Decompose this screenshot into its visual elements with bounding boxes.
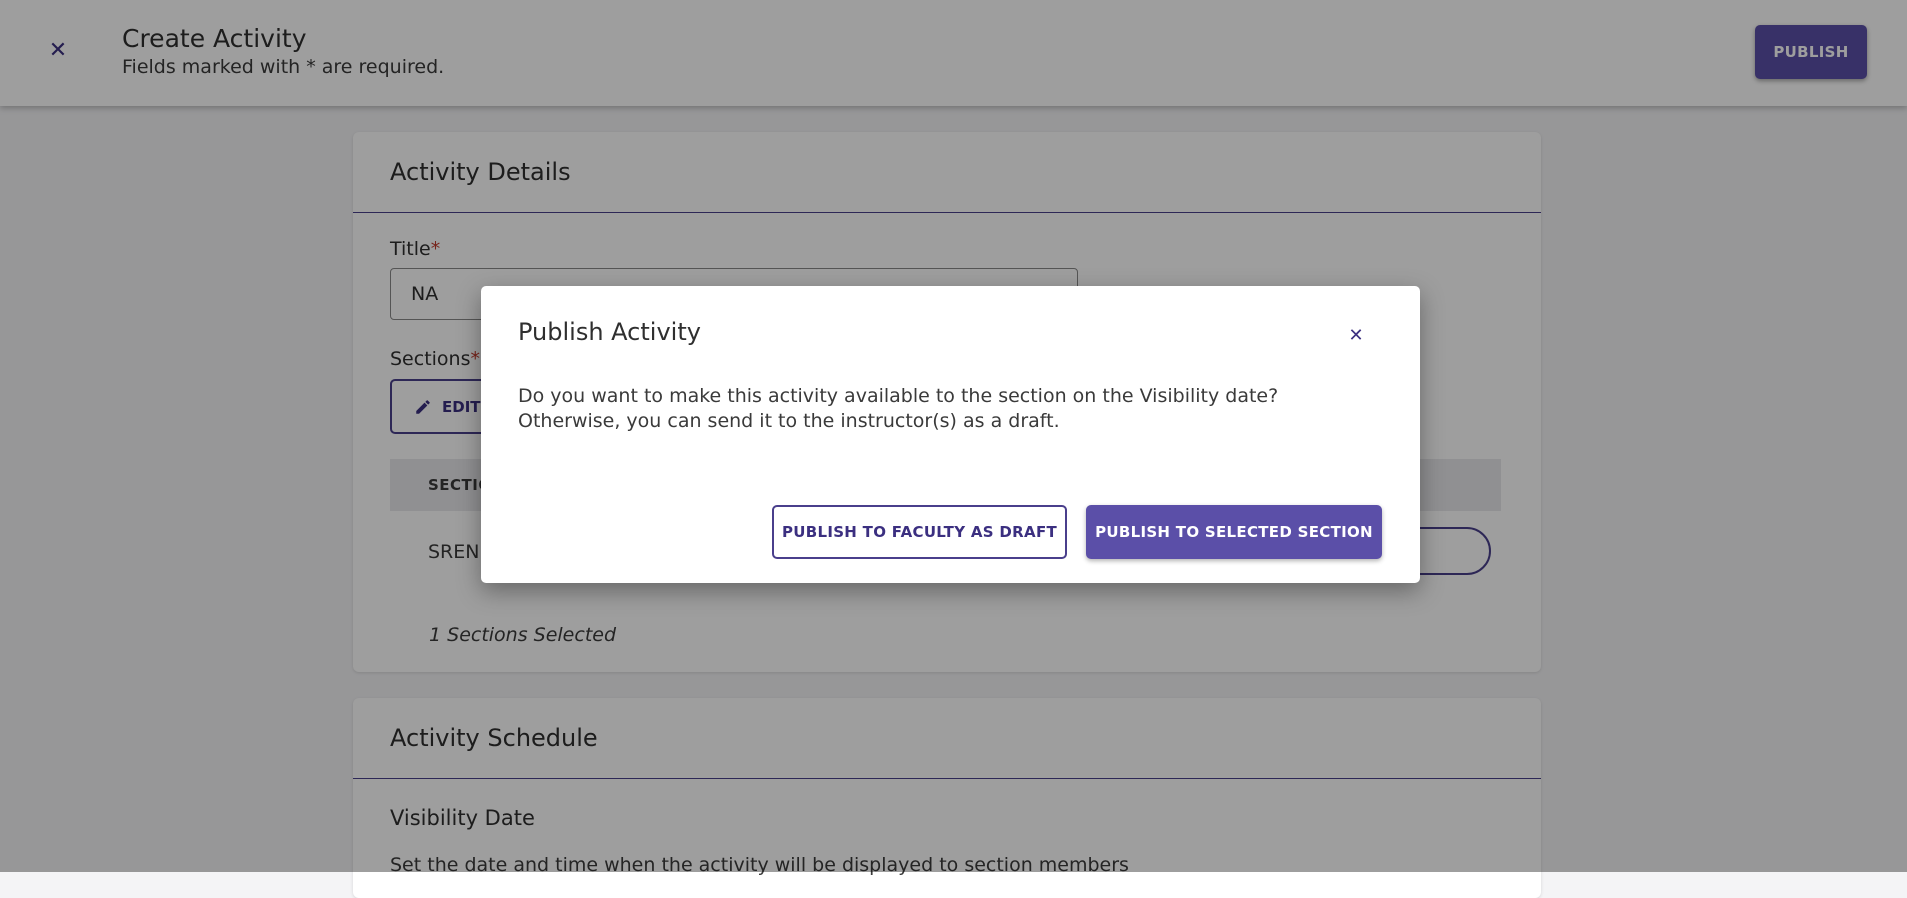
publish-activity-dialog: Publish Activity ✕ Do you want to make t… bbox=[481, 286, 1420, 583]
dialog-title: Publish Activity bbox=[518, 318, 701, 346]
dialog-message: Do you want to make this activity availa… bbox=[518, 385, 1279, 432]
publish-section-button[interactable]: PUBLISH TO SELECTED SECTION bbox=[1086, 505, 1382, 559]
publish-draft-button[interactable]: PUBLISH TO FACULTY AS DRAFT bbox=[772, 505, 1067, 559]
close-icon[interactable]: ✕ bbox=[1343, 322, 1369, 348]
